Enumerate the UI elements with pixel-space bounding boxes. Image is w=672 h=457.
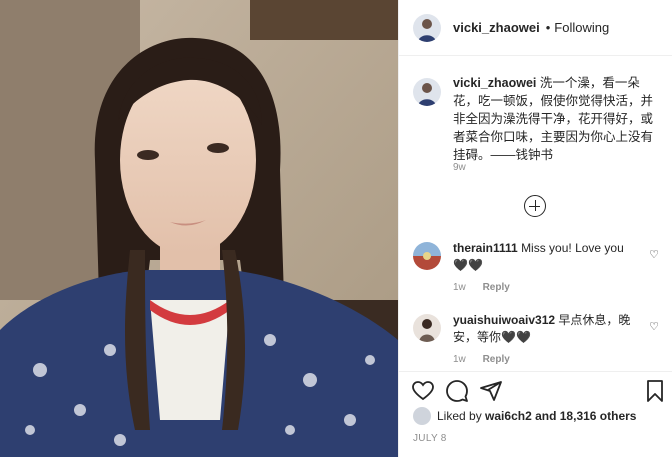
likes-others-link[interactable]: and 18,316 others [535,409,636,423]
comment-meta: 1w Reply [453,282,524,293]
comment-age[interactable]: 1w [453,354,466,365]
post-photo[interactable] [0,0,398,457]
author-avatar[interactable] [413,13,441,42]
commenter-username[interactable]: yuaishuiwoaiv312 [453,313,555,327]
action-bar [399,371,672,409]
heart-icon[interactable]: ♡ [649,320,659,333]
commenter-avatar[interactable] [413,314,441,342]
liker-avatar[interactable] [413,407,431,425]
comment-item: yuaishuiwoaiv312 早点休息，晚安，等你🖤🖤 ♡ [413,312,659,346]
selfie-image [0,0,398,457]
likes-prefix: Liked by [437,409,482,423]
comment-body: yuaishuiwoaiv312 早点休息，晚安，等你🖤🖤 [453,312,635,346]
paper-plane-icon[interactable] [479,379,503,403]
caption-avatar[interactable] [413,78,441,106]
comment-body: therain1111 Miss you! Love you 🖤🖤 [453,240,635,274]
post-side-panel: vicki_zhaowei • Following vicki_zhaowei … [398,0,672,457]
post-caption: vicki_zhaowei 洗一个澡，看一朵花，吃一顿饭，假使你觉得快活，并非全… [413,74,659,164]
comment-item: therain1111 Miss you! Love you 🖤🖤 ♡ [413,240,659,274]
following-button[interactable]: Following [554,20,609,35]
commenter-avatar[interactable] [413,242,441,270]
post-header: vicki_zhaowei • Following [399,0,672,56]
post-date[interactable]: JULY 8 [413,433,447,444]
caption-age[interactable]: 9w [453,162,466,173]
heart-icon[interactable] [411,379,435,403]
commenter-username[interactable]: therain1111 [453,241,518,255]
header-separator: • [545,20,551,35]
comment-age[interactable]: 1w [453,282,466,293]
likes-summary: Liked by wai6ch2 and 18,316 others [413,407,636,425]
heart-icon[interactable]: ♡ [649,248,659,261]
caption-username[interactable]: vicki_zhaowei [453,76,536,90]
bookmark-icon[interactable] [643,379,667,403]
load-more-comments-icon[interactable] [524,195,546,217]
caption-body: vicki_zhaowei 洗一个澡，看一朵花，吃一顿饭，假使你觉得快活，并非全… [453,74,659,164]
comment-bubble-icon[interactable] [445,379,469,403]
author-username[interactable]: vicki_zhaowei [453,20,540,35]
reply-button[interactable]: Reply [483,282,510,293]
comment-meta: 1w Reply [453,354,524,365]
liked-by-user[interactable]: wai6ch2 [485,409,532,423]
reply-button[interactable]: Reply [483,354,510,365]
